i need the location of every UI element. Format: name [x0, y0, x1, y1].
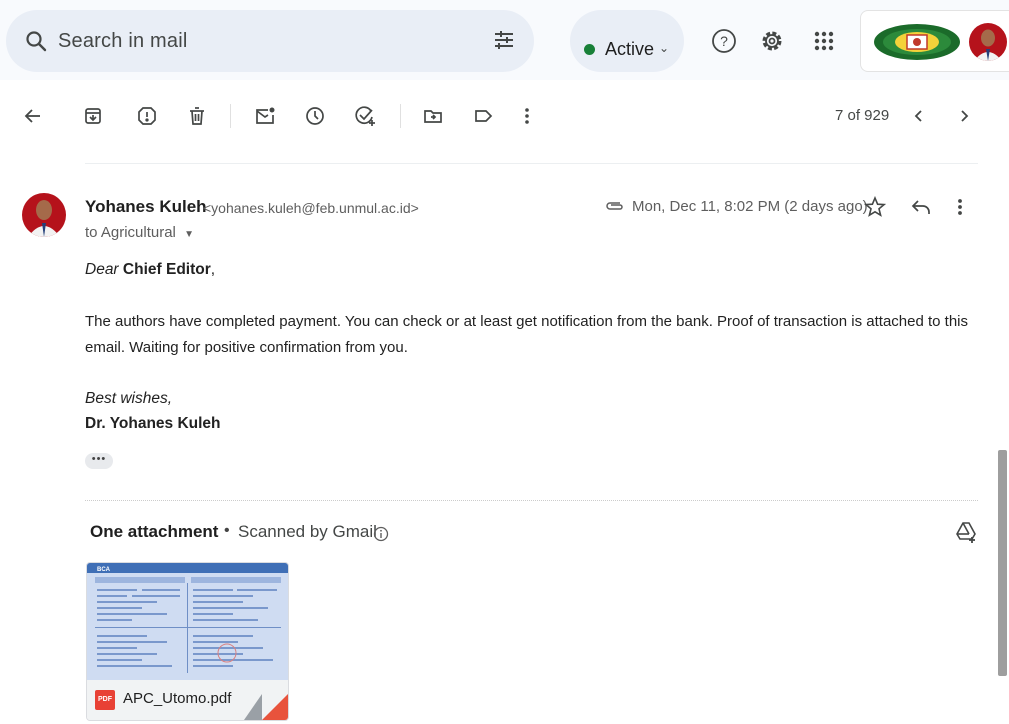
account-avatar[interactable]	[969, 23, 1007, 61]
svg-text:BCA: BCA	[97, 567, 111, 573]
search-icon[interactable]	[24, 29, 48, 58]
tune-icon[interactable]	[492, 28, 516, 57]
sender-avatar[interactable]	[22, 193, 66, 237]
recipients-dropdown[interactable]: to Agricultural ▼	[85, 224, 194, 241]
body-line-2: email. Waiting for positive confirmation…	[85, 339, 408, 356]
attachment-filename: APC_Utomo.pdf	[123, 690, 232, 707]
report-spam-icon[interactable]	[136, 105, 158, 127]
pdf-file-icon: PDF	[95, 690, 115, 710]
signature: Dr. Yohanes Kuleh	[85, 415, 221, 432]
status-label: Active	[605, 39, 655, 59]
archive-icon[interactable]	[82, 105, 104, 127]
organization-logo-icon	[873, 23, 961, 66]
back-arrow-icon[interactable]	[22, 105, 44, 127]
file-corner-shadow	[244, 694, 262, 720]
mark-unread-icon[interactable]	[254, 105, 276, 127]
older-chevron-right-icon[interactable]	[953, 105, 975, 127]
sender-email: <yohanes.kuleh@feb.unmul.ac.id>	[203, 200, 419, 216]
attachments-separator: •	[224, 522, 230, 539]
attachments-divider	[85, 500, 978, 501]
show-trimmed-content-button[interactable]: •••	[85, 453, 113, 469]
body-line-1: The authors have completed payment. You …	[85, 313, 969, 330]
chevron-down-icon: ⌄	[659, 41, 670, 55]
label-icon[interactable]	[472, 105, 494, 127]
sender-name[interactable]: Yohanes Kuleh	[85, 197, 207, 217]
info-icon[interactable]	[373, 526, 389, 547]
greeting-name: Chief Editor	[122, 261, 211, 278]
status-dot	[584, 44, 595, 55]
body-paragraph: The authors have completed payment. You …	[85, 309, 975, 361]
closing-line: Best wishes,	[85, 390, 173, 407]
snooze-icon[interactable]	[304, 105, 326, 127]
move-to-icon[interactable]	[422, 105, 444, 127]
account-switcher[interactable]	[860, 10, 1009, 72]
newer-chevron-left-icon[interactable]	[908, 105, 930, 127]
reply-icon[interactable]	[910, 197, 932, 222]
apps-grid-icon[interactable]	[811, 28, 837, 59]
scrollbar-thumb[interactable]	[998, 450, 1007, 676]
add-to-tasks-icon[interactable]	[354, 105, 376, 127]
add-to-drive-icon[interactable]	[955, 521, 977, 548]
attachment-card[interactable]: BCA PDF APC_Utomo.pdf	[86, 562, 289, 721]
greeting-line: Dear Chief Editor,	[85, 257, 215, 283]
message-datetime: Mon, Dec 11, 8:02 PM (2 days ago)	[632, 198, 868, 215]
help-icon[interactable]: ?	[711, 28, 737, 59]
attachment-thumbnail: BCA	[87, 563, 288, 680]
attachments-title: One attachment	[90, 522, 219, 541]
toolbar-divider	[230, 104, 231, 128]
top-bar: Search in mail Active ⌄ ?	[0, 0, 1009, 80]
search-bar[interactable]: Search in mail	[6, 10, 534, 72]
status-dropdown[interactable]: Active ⌄	[570, 10, 684, 72]
message-more-vert-icon[interactable]	[956, 196, 964, 223]
greeting-prefix: Dear	[85, 261, 119, 278]
thread-divider	[85, 163, 978, 164]
toolbar-divider	[400, 104, 401, 128]
file-corner-fold	[262, 694, 288, 720]
more-vert-icon[interactable]	[516, 105, 538, 127]
star-icon[interactable]	[863, 195, 887, 223]
svg-text:?: ?	[720, 33, 728, 49]
search-input[interactable]: Search in mail	[58, 30, 188, 53]
message-toolbar: 7 of 929	[0, 80, 1009, 150]
caret-down-icon: ▼	[184, 229, 194, 240]
settings-gear-icon[interactable]	[759, 28, 785, 59]
greeting-suffix: ,	[210, 261, 216, 278]
scan-note: Scanned by Gmail	[238, 522, 377, 541]
pager-count: 7 of 929	[835, 107, 890, 124]
attachment-clip-icon	[604, 199, 624, 218]
delete-icon[interactable]	[186, 105, 208, 127]
recipients-label: to Agricultural	[85, 224, 176, 241]
